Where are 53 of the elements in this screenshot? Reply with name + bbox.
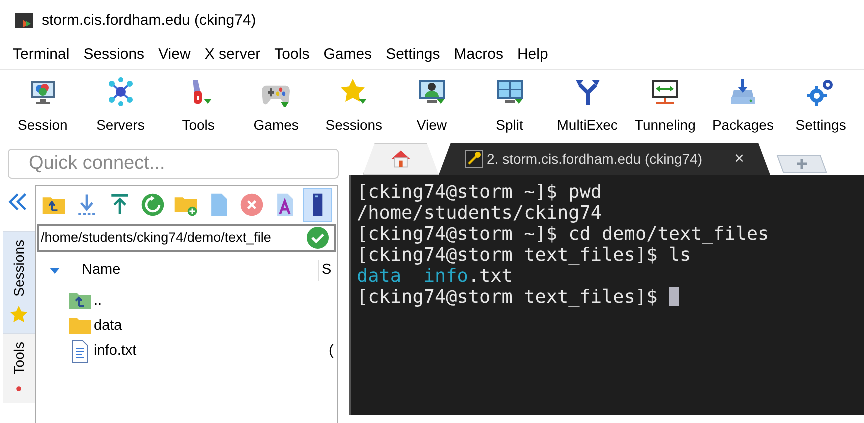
toolbar-button[interactable]: Packages: [704, 72, 782, 142]
file-toolbar-button[interactable]: [303, 188, 332, 222]
column-header[interactable]: S: [318, 260, 332, 282]
key-icon: [465, 150, 483, 168]
house-icon: [390, 148, 412, 170]
menu-item[interactable]: Games: [316, 44, 380, 67]
file-name[interactable]: data: [92, 316, 329, 338]
file-name[interactable]: ..: [92, 290, 329, 312]
tunnel-monitor-icon: [650, 77, 680, 107]
menu-item[interactable]: Tools: [268, 44, 317, 67]
close-icon[interactable]: ×: [734, 146, 744, 172]
terminal-line: [cking74@storm text_files]$ ls: [357, 245, 692, 266]
menu-item[interactable]: View: [152, 44, 198, 67]
toolbar-button[interactable]: MultiExec: [548, 72, 626, 142]
new-tab-button[interactable]: [777, 155, 828, 173]
file-name[interactable]: info.txt: [92, 340, 329, 362]
toolbar-button[interactable]: Session: [4, 72, 82, 142]
collapse-icon[interactable]: [6, 191, 28, 213]
session-tab[interactable]: 2. storm.cis.fordham.edu (cking74) ×: [439, 143, 770, 175]
delete-icon: [238, 192, 264, 218]
refresh-icon: [140, 192, 166, 218]
terminal-line: [cking74@storm ~]$ pwd: [357, 182, 604, 203]
window-title: storm.cis.fordham.edu (cking74): [42, 10, 256, 31]
toolbar-button[interactable]: Tools: [160, 72, 238, 142]
path-field[interactable]: /home/students/cking74/demo/text_file: [37, 224, 336, 252]
toolbar-button[interactable]: Games: [237, 72, 316, 142]
menu-item[interactable]: Help: [510, 44, 556, 67]
check-icon: [307, 227, 329, 249]
app-icon: [14, 11, 34, 31]
toolbar-button[interactable]: View: [393, 72, 471, 142]
sort-arrow-icon: [50, 268, 60, 274]
terminal-line: /home/students/cking74: [357, 203, 603, 224]
toolbar-button[interactable]: Servers: [82, 72, 160, 142]
terminal-line: [cking74@storm text_files]$: [357, 287, 659, 308]
menu-item[interactable]: Macros: [447, 44, 510, 67]
star-icon: [9, 304, 29, 325]
menu-item[interactable]: Settings: [379, 44, 448, 67]
menu-item[interactable]: Sessions: [76, 44, 152, 67]
column-header[interactable]: Name: [82, 260, 318, 282]
terminal-cursor: [668, 287, 679, 306]
terminal-line: data info.txt: [357, 266, 514, 287]
toolbar-button[interactable]: Tunneling: [626, 72, 704, 142]
side-tab[interactable]: Tools: [3, 332, 35, 402]
file-size: (: [329, 342, 334, 361]
quick-connect-field[interactable]: Quick connect...: [8, 149, 339, 179]
menu-item[interactable]: Terminal: [6, 44, 77, 67]
side-tab[interactable]: Sessions: [3, 231, 35, 333]
toolbar-button[interactable]: Split: [470, 72, 549, 142]
plus-icon: [796, 158, 808, 170]
menu-item[interactable]: X server: [198, 44, 268, 67]
terminal-line: [cking74@storm ~]$ cd demo/text_files: [357, 224, 770, 245]
toolbar-button[interactable]: Sessions: [315, 72, 394, 142]
toolbar-button[interactable]: Settings: [782, 72, 860, 142]
